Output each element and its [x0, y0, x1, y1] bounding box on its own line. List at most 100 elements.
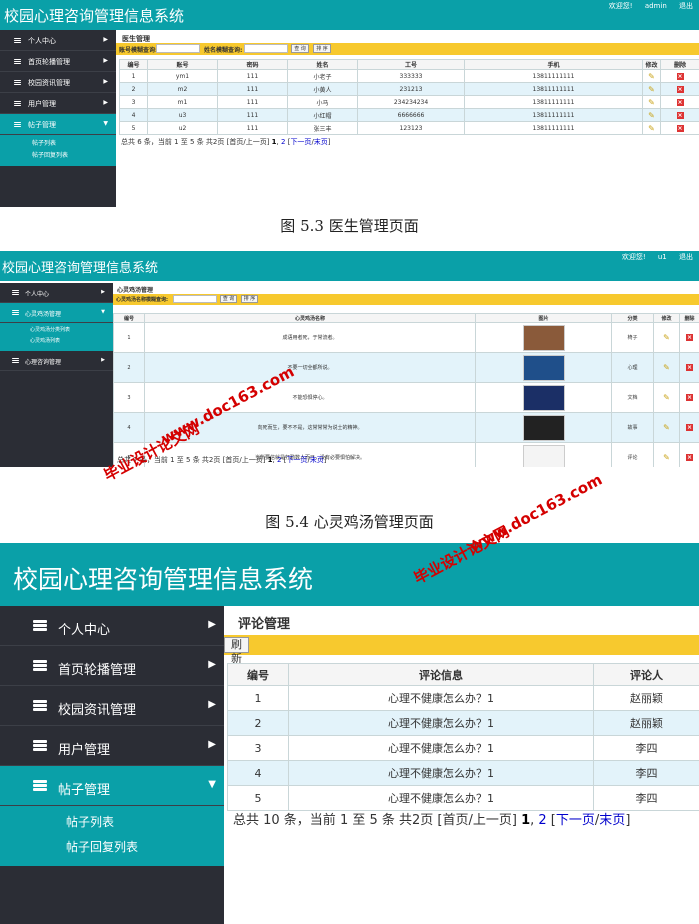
- sidebar-item[interactable]: 首页轮播管理 ▶: [0, 646, 224, 686]
- column-header: 图片: [475, 313, 612, 323]
- submenu-item[interactable]: 帖子列表: [0, 138, 116, 150]
- table-cell: 2: [227, 710, 289, 736]
- delete-x-icon[interactable]: ×: [686, 334, 693, 341]
- delete-x-icon[interactable]: ×: [686, 454, 693, 461]
- username-link[interactable]: u1: [658, 253, 667, 261]
- menu-list-icon: [14, 38, 21, 44]
- query-button[interactable]: 查 询: [291, 44, 309, 53]
- sidebar-item[interactable]: 个人中心 ▶: [0, 30, 116, 51]
- last-page-link[interactable]: 末页: [310, 456, 324, 464]
- account-search-input[interactable]: [156, 44, 200, 53]
- last-page-link[interactable]: 末页: [314, 138, 328, 146]
- delete-x-icon[interactable]: ×: [686, 424, 693, 431]
- sidebar-item[interactable]: 帖子管理 ▼: [0, 114, 116, 135]
- delete-x-icon[interactable]: ×: [676, 85, 684, 93]
- sidebar-item[interactable]: 校园资讯管理 ▶: [0, 72, 116, 93]
- edit-pencil-icon[interactable]: ✎: [663, 423, 670, 432]
- delete-cell: ×: [660, 121, 699, 135]
- logout-link[interactable]: 退出: [679, 253, 693, 261]
- menu-list-icon: [12, 290, 19, 296]
- edit-pencil-icon[interactable]: ✎: [663, 333, 670, 342]
- edit-pencil-icon[interactable]: ✎: [648, 124, 655, 133]
- submenu-item[interactable]: 心灵鸡汤分类列表: [0, 325, 113, 336]
- sidebar-item[interactable]: 校园资讯管理 ▶: [0, 686, 224, 726]
- table-cell: 小黄人: [287, 82, 358, 96]
- delete-cell: ×: [679, 412, 699, 443]
- menu-list-icon: [33, 700, 47, 711]
- edit-pencil-icon[interactable]: ✎: [648, 72, 655, 81]
- delete-x-icon[interactable]: ×: [686, 394, 693, 401]
- column-header: 修改: [653, 313, 680, 323]
- delete-x-icon[interactable]: ×: [676, 72, 684, 80]
- table-cell: 13811111111: [464, 95, 643, 109]
- menu-list-icon: [33, 740, 47, 751]
- name-search-input[interactable]: [244, 44, 288, 53]
- sidebar-item[interactable]: 个人中心 ▶: [0, 606, 224, 646]
- username-link[interactable]: admin: [645, 2, 667, 10]
- delete-cell: ×: [679, 442, 699, 467]
- table-row: 5 心理不健康怎么办？1 李四: [227, 785, 699, 811]
- caret-right-icon: ▶: [208, 619, 216, 630]
- sidebar-item[interactable]: 个人中心 ▶: [0, 283, 113, 303]
- page-2-link[interactable]: 2: [538, 813, 546, 828]
- column-header: 评论人: [593, 663, 699, 686]
- caret-right-icon: ▶: [208, 739, 216, 750]
- welcome-text: 欢迎您!: [608, 2, 633, 10]
- column-header: 删除: [679, 313, 699, 323]
- delete-cell: ×: [660, 95, 699, 109]
- logout-link[interactable]: 退出: [679, 2, 693, 10]
- edit-pencil-icon[interactable]: ✎: [663, 393, 670, 402]
- sort-button[interactable]: 排 序: [313, 44, 331, 53]
- edit-pencil-icon[interactable]: ✎: [663, 363, 670, 372]
- edit-pencil-icon[interactable]: ✎: [648, 111, 655, 120]
- query-button[interactable]: 查 询: [220, 295, 237, 303]
- table-cell: 234234234: [357, 95, 465, 109]
- column-header: 修改: [642, 59, 661, 70]
- next-page-link[interactable]: 下一页: [290, 138, 311, 146]
- sidebar-item[interactable]: 用户管理 ▶: [0, 726, 224, 766]
- doctor-table: 编号 账号 密码 姓名 工号 手机 修改 删除 1 ym1 111 小老子 333333 1381111…: [119, 59, 699, 135]
- submenu-item[interactable]: 帖子回复列表: [0, 835, 224, 860]
- table-cell: 3: [113, 382, 145, 413]
- table-row: 4 u3 111 小红帽 6666666 13811111111 ✎ ×: [119, 108, 699, 122]
- submenu-item[interactable]: 心灵鸡汤列表: [0, 336, 113, 347]
- column-header: 编号: [119, 59, 148, 70]
- next-page-link[interactable]: 下一页: [556, 813, 595, 828]
- edit-pencil-icon[interactable]: ✎: [648, 98, 655, 107]
- last-page-link[interactable]: 末页: [599, 813, 625, 828]
- edit-pencil-icon[interactable]: ✎: [648, 85, 655, 94]
- table-cell: 不要一切全都所说。: [144, 352, 476, 383]
- column-header: 姓名: [287, 59, 358, 70]
- delete-x-icon[interactable]: ×: [676, 111, 684, 119]
- soup-thumbnail: [522, 324, 565, 351]
- caret-down-icon: ▼: [101, 309, 105, 315]
- refresh-button[interactable]: 刷 新: [224, 637, 249, 665]
- delete-x-icon[interactable]: ×: [676, 98, 684, 106]
- submenu-item[interactable]: 帖子列表: [0, 810, 224, 835]
- delete-x-icon[interactable]: ×: [676, 124, 684, 132]
- column-header: 心灵鸡汤名称: [144, 313, 476, 323]
- table-cell: m2: [147, 82, 218, 96]
- page-2-link[interactable]: 2: [281, 138, 285, 146]
- sidebar-item[interactable]: 心理咨询管理 ▶: [0, 351, 113, 371]
- next-page-link[interactable]: 下一页: [286, 456, 307, 464]
- caret-right-icon: ▶: [208, 699, 216, 710]
- column-header: 编号: [113, 313, 145, 323]
- table-cell: 111: [217, 121, 288, 135]
- sidebar-item[interactable]: 首页轮播管理 ▶: [0, 51, 116, 72]
- pagination: 总共 10 条，当前 1 至 5 条 共2页 [首页/上一页] 1, 2 [下一…: [233, 813, 631, 828]
- sidebar-item-label: 个人中心: [58, 623, 111, 638]
- delete-cell: ×: [660, 108, 699, 122]
- sort-button[interactable]: 排 序: [241, 295, 258, 303]
- sidebar-item[interactable]: 心灵鸡汤管理 ▼: [0, 303, 113, 323]
- sidebar-item[interactable]: 帖子管理 ▼: [0, 766, 224, 806]
- page-2-link[interactable]: 2: [277, 456, 281, 464]
- soup-search-input[interactable]: [173, 295, 217, 303]
- column-header: 手机: [464, 59, 643, 70]
- submenu-item[interactable]: 帖子回复列表: [0, 150, 116, 162]
- delete-x-icon[interactable]: ×: [686, 364, 693, 371]
- edit-pencil-icon[interactable]: ✎: [663, 453, 670, 462]
- screenshot-soup-management: 校园心理咨询管理信息系统 欢迎您! u1 退出 个人中心 ▶ 心灵鸡汤管理 ▼ 心灵鸡汤…: [0, 251, 699, 467]
- sidebar: 个人中心 ▶ 心灵鸡汤管理 ▼ 心灵鸡汤分类列表 心灵鸡汤列表心理咨询管理 ▶: [0, 283, 113, 467]
- sidebar-item[interactable]: 用户管理 ▶: [0, 93, 116, 114]
